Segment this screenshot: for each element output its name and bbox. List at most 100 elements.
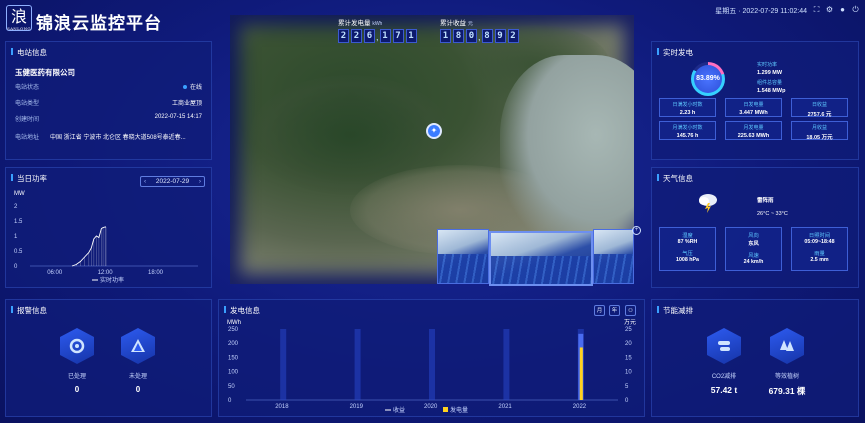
gen-y2label: 万元 <box>624 319 636 326</box>
digit: 1 <box>405 29 417 43</box>
energy-counter-unit: kWh <box>372 21 383 27</box>
income-counter: 累计收益 元 1 8 0 , 8 9 2 <box>440 17 521 43</box>
type-label: 电站类型 <box>15 101 40 107</box>
address-label: 电站地址 <box>15 135 40 141</box>
gen-y2tick: 5 <box>625 384 629 390</box>
realtime-title: 实时发电 <box>657 47 693 58</box>
gen-y2tick: 0 <box>625 398 629 404</box>
station-photo[interactable] <box>437 229 489 284</box>
gen-legend-income-label: 收益 <box>393 406 405 414</box>
gen-y2tick: 15 <box>625 355 632 361</box>
alarm-panel: 报警信息 <box>5 299 212 417</box>
handled-value: 0 <box>74 385 80 394</box>
stat-day-energy: 日发电量 3.447 MWh <box>725 98 782 117</box>
energy-counter-label: 累计发电量 <box>338 20 371 27</box>
datetime: 星期五 · 2022-07-29 11:02:44 <box>715 8 807 15</box>
date-value: 2022-07-29 <box>155 178 190 185</box>
capacity-label: 组件总容量 <box>757 80 783 86</box>
co2-label: CO2减排 <box>711 374 737 380</box>
online-dot-icon <box>182 85 187 90</box>
handled-label: 已处理 <box>67 374 86 380</box>
weather-temp: 26°C ~ 33°C <box>757 211 788 217</box>
income-counter-unit: 元 <box>467 21 473 27</box>
gen-ytick: 100 <box>228 370 239 376</box>
status-value: 在线 <box>182 82 202 91</box>
gen-y2tick: 20 <box>625 341 632 347</box>
power-line-chart: MW 2 1.5 1 0.5 0 06:00 12:00 18:00 实时功率 <box>14 191 198 284</box>
type-value: 工商业屋顶 <box>171 101 202 107</box>
energy-counter: 累计发电量 kWh 2 2 6 , 1 7 1 <box>338 17 419 43</box>
gen-bar-bg <box>429 329 435 400</box>
gen-bar-bg <box>354 329 361 400</box>
weather-title: 天气信息 <box>657 173 693 184</box>
digit: 0 <box>466 29 477 43</box>
brand-logo: 浪 SANLONG <box>6 5 32 31</box>
gen-legend-energy-swatch <box>443 407 448 412</box>
gen-bar-income <box>579 347 583 400</box>
date-picker[interactable]: ‹ 2022-07-29 › <box>140 176 205 187</box>
power-xtick: 06:00 <box>47 270 63 276</box>
digit: 8 <box>453 29 464 43</box>
saving-panel: 节能减排 <box>651 299 859 417</box>
company-name: 玉健医药有限公司 <box>15 68 75 77</box>
station-photo-main[interactable] <box>489 231 593 286</box>
generation-bar-chart: MWh 万元25020015010050025201510502018 2019 20… <box>227 319 636 414</box>
income-counter-label: 累计收益 <box>440 20 466 27</box>
chevron-left-icon[interactable]: ‹ <box>144 177 146 187</box>
created-label: 创建时间 <box>15 117 40 123</box>
power-today-title: 当日功率 <box>11 173 47 184</box>
station-type-row: 电站类型 工商业屋顶 <box>15 98 202 108</box>
realtime-power-label: 实时功率 <box>757 62 778 68</box>
station-created-row: 创建时间 2022-07-15 14:17 <box>15 114 202 124</box>
settings-icon[interactable]: ⚙ <box>825 5 834 14</box>
gauge-value: 83.89% <box>694 65 722 93</box>
power-ytick: 0.5 <box>14 249 23 255</box>
co2-icon <box>718 341 730 351</box>
gen-xtick: 2019 <box>350 404 364 410</box>
weather-condition: 雷阵雨 <box>757 198 774 204</box>
weather-box-wind: 风向 东风 风速 24 km/h <box>725 227 782 271</box>
weather-box-humidity: 湿度 87 %RH 气压 1008 hPa <box>659 227 716 271</box>
map-sea <box>500 55 634 255</box>
station-pin-icon[interactable]: ✦ <box>426 123 442 139</box>
gen-xtick: 2021 <box>498 404 512 410</box>
gen-y2tick: 10 <box>625 370 632 376</box>
user-icon[interactable]: ● <box>838 5 847 14</box>
app-title: 锦浪云监控平台 <box>36 14 162 33</box>
unhandled-value: 0 <box>135 385 141 394</box>
gen-ytick: 250 <box>228 327 239 333</box>
gen-ytick: 150 <box>228 355 239 361</box>
gen-bar-bg <box>503 329 510 400</box>
gen-y2tick: 25 <box>625 327 632 333</box>
unhandled-label: 未处理 <box>128 374 147 380</box>
capacity-value: 1.548 MWp <box>757 88 786 94</box>
power-ylabel: MW <box>14 191 25 197</box>
power-ytick: 0 <box>14 264 18 270</box>
chevron-right-icon[interactable]: › <box>199 177 201 187</box>
station-photo[interactable] <box>593 229 634 284</box>
fullscreen-icon[interactable]: ⛶ <box>812 5 821 14</box>
total-icon: ⚇ <box>628 308 633 314</box>
digit: 7 <box>392 29 404 43</box>
digit: 6 <box>364 29 375 43</box>
power-ytick: 1.5 <box>14 219 23 225</box>
station-title: 电站信息 <box>11 47 47 58</box>
tree-icon <box>780 340 794 351</box>
tree-value: 679.31 棵 <box>768 386 806 396</box>
gen-xtick: 2022 <box>573 404 587 410</box>
thousands-sep: , <box>376 32 379 42</box>
stat-day-income: 日收益 2757.6 元 <box>791 98 848 118</box>
digit: 1 <box>379 29 391 43</box>
station-address-row: 电站地址 中国 浙江省 宁波市 北仑区 春晓大道508号泰近春... <box>15 132 202 142</box>
gen-ytick: 200 <box>228 341 239 347</box>
station-status-row: 电站状态 在线 <box>15 82 202 92</box>
zoom-icon[interactable]: + <box>632 226 641 235</box>
digit: 1 <box>440 29 451 43</box>
power-legend-label: 实时功率 <box>100 276 124 284</box>
gen-bar-bg <box>280 329 287 400</box>
co2-value: 57.42 t <box>710 385 738 395</box>
power-xtick: 12:00 <box>98 270 114 276</box>
address-value: 中国 浙江省 宁波市 北仑区 春晓大道508号泰近春... <box>50 135 186 141</box>
handled-icon <box>69 338 85 354</box>
logout-icon[interactable]: ⏻ <box>851 5 860 14</box>
